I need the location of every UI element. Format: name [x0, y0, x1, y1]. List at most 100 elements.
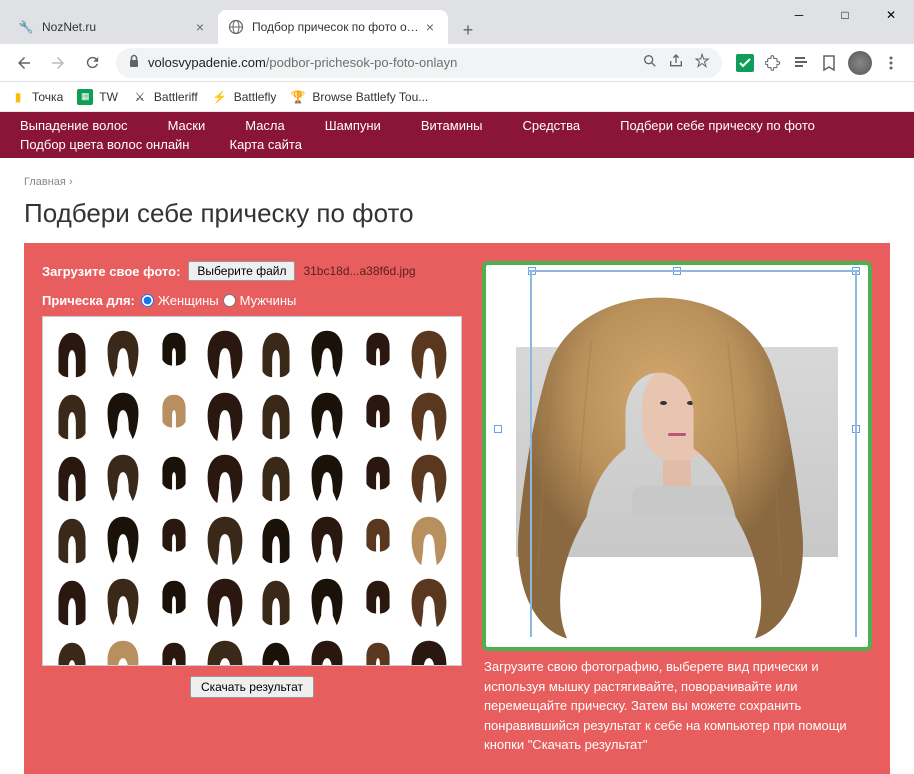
nav-link[interactable]: Маски	[168, 118, 206, 133]
hairstyle-option[interactable]	[49, 509, 95, 569]
bookmark-item[interactable]: ⚡Battlefly	[212, 89, 277, 105]
ext-bookmark-icon[interactable]	[820, 54, 838, 72]
app-icon: 🏆	[290, 89, 306, 105]
tab-title: NozNet.ru	[42, 20, 192, 34]
hairstyle-option[interactable]	[253, 385, 299, 445]
hairstyle-option[interactable]	[304, 571, 350, 631]
hairstyle-option[interactable]	[253, 323, 299, 383]
hairstyle-option[interactable]	[355, 633, 401, 666]
hairstyle-option[interactable]	[100, 633, 146, 666]
hairstyle-option[interactable]	[100, 385, 146, 445]
nav-link[interactable]: Выпадение волос	[20, 118, 128, 133]
star-icon[interactable]	[694, 53, 710, 72]
hairstyle-option[interactable]	[151, 509, 197, 569]
reload-button[interactable]	[76, 47, 108, 79]
hairstyle-option[interactable]	[151, 571, 197, 631]
nav-link[interactable]: Карта сайта	[230, 137, 302, 152]
tab-title: Подбор причесок по фото онла	[252, 20, 422, 34]
hairstyle-option[interactable]	[202, 633, 248, 666]
hairstyle-option[interactable]	[355, 571, 401, 631]
nav-link[interactable]: Шампуни	[325, 118, 381, 133]
hairstyle-option[interactable]	[49, 385, 95, 445]
gender-women-radio[interactable]	[141, 294, 154, 307]
new-tab-button[interactable]: +	[454, 16, 482, 44]
breadcrumb-home[interactable]: Главная	[24, 176, 66, 188]
hairstyle-option[interactable]	[406, 447, 452, 507]
bookmark-item[interactable]: ▮Точка	[10, 89, 63, 105]
close-icon[interactable]: ×	[192, 19, 208, 35]
hairstyle-option[interactable]	[304, 633, 350, 666]
close-icon[interactable]: ×	[422, 19, 438, 35]
hairstyle-option[interactable]	[406, 633, 452, 666]
resize-handle[interactable]	[494, 425, 502, 433]
hairstyle-option[interactable]	[406, 385, 452, 445]
controls-panel: Загрузите свое фото: Выберите файл 31bc1…	[42, 261, 462, 761]
maximize-button[interactable]: □	[822, 0, 868, 30]
forward-button[interactable]	[42, 47, 74, 79]
ext-checkmark-icon[interactable]	[736, 54, 754, 72]
hairstyle-option[interactable]	[355, 447, 401, 507]
hairstyle-option[interactable]	[355, 323, 401, 383]
hairstyle-grid[interactable]	[42, 316, 462, 666]
hairstyle-option[interactable]	[355, 509, 401, 569]
hairstyle-option[interactable]	[49, 447, 95, 507]
hairstyle-option[interactable]	[202, 323, 248, 383]
tab-noznet[interactable]: 🔧 NozNet.ru ×	[8, 10, 218, 44]
hairstyle-option[interactable]	[355, 385, 401, 445]
hairstyle-option[interactable]	[100, 509, 146, 569]
selection-border	[530, 270, 532, 637]
hairstyle-option[interactable]	[253, 509, 299, 569]
hairstyle-option[interactable]	[151, 633, 197, 666]
omnibox[interactable]: volosvypadenie.com/podbor-prichesok-po-f…	[116, 48, 722, 78]
hairstyle-option[interactable]	[406, 323, 452, 383]
hairstyle-option[interactable]	[304, 447, 350, 507]
profile-avatar[interactable]	[848, 51, 872, 75]
minimize-button[interactable]: ─	[776, 0, 822, 30]
hairstyle-option[interactable]	[100, 323, 146, 383]
hairstyle-option[interactable]	[151, 323, 197, 383]
gender-label: Прическа для:	[42, 293, 135, 308]
hairstyle-option[interactable]	[304, 323, 350, 383]
hairstyle-option[interactable]	[253, 633, 299, 666]
search-icon[interactable]	[642, 53, 658, 72]
hairstyle-option[interactable]	[49, 633, 95, 666]
download-button[interactable]: Скачать результат	[190, 676, 314, 698]
share-icon[interactable]	[668, 53, 684, 72]
breadcrumb: Главная ›	[0, 158, 914, 192]
site-navbar: Выпадение волос Маски Масла Шампуни Витамины…	[0, 112, 914, 158]
nav-link[interactable]: Масла	[245, 118, 285, 133]
choose-file-button[interactable]: Выберите файл	[188, 261, 295, 281]
hairstyle-option[interactable]	[304, 385, 350, 445]
preview-canvas[interactable]	[482, 261, 872, 651]
back-button[interactable]	[8, 47, 40, 79]
hairstyle-option[interactable]	[100, 571, 146, 631]
hairstyle-option[interactable]	[406, 571, 452, 631]
hairstyle-option[interactable]	[49, 323, 95, 383]
hairstyle-option[interactable]	[253, 571, 299, 631]
tab-hairstyle[interactable]: Подбор причесок по фото онла ×	[218, 10, 448, 44]
close-window-button[interactable]: ✕	[868, 0, 914, 30]
nav-link[interactable]: Витамины	[421, 118, 483, 133]
bookmark-item[interactable]: ▦TW	[77, 89, 118, 105]
bookmark-item[interactable]: ⚔Battleriff	[132, 89, 198, 105]
hairstyle-option[interactable]	[49, 571, 95, 631]
hairstyle-option[interactable]	[202, 571, 248, 631]
hairstyle-option[interactable]	[202, 447, 248, 507]
bookmark-label: Точка	[32, 90, 63, 104]
gender-men-radio[interactable]	[223, 294, 236, 307]
hairstyle-option[interactable]	[202, 385, 248, 445]
menu-icon[interactable]	[882, 54, 900, 72]
extensions-icon[interactable]	[764, 54, 782, 72]
hairstyle-option[interactable]	[253, 447, 299, 507]
ext-list-icon[interactable]	[792, 54, 810, 72]
hairstyle-option[interactable]	[151, 385, 197, 445]
nav-link[interactable]: Подбор цвета волос онлайн	[20, 137, 190, 152]
hairstyle-option[interactable]	[304, 509, 350, 569]
hairstyle-option[interactable]	[151, 447, 197, 507]
nav-link[interactable]: Подбери себе прическу по фото	[620, 118, 815, 133]
hairstyle-option[interactable]	[100, 447, 146, 507]
hairstyle-option[interactable]	[406, 509, 452, 569]
hairstyle-option[interactable]	[202, 509, 248, 569]
nav-link[interactable]: Средства	[523, 118, 581, 133]
bookmark-item[interactable]: 🏆Browse Battlefy Tou...	[290, 89, 428, 105]
